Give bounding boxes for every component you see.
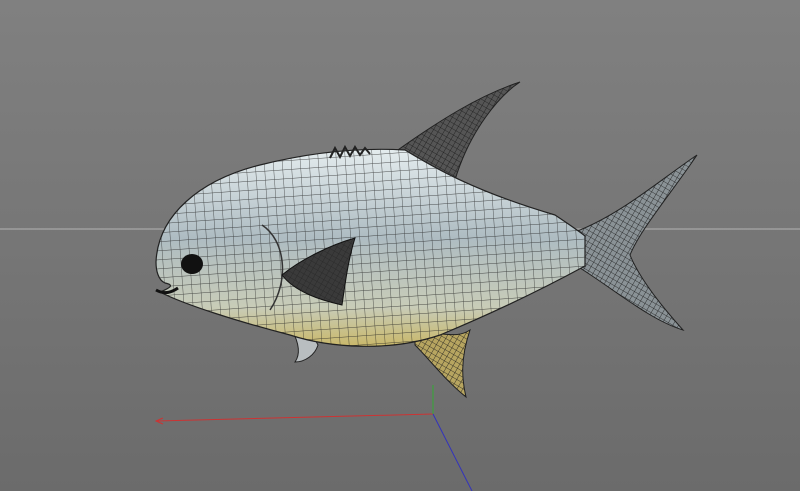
z-axis xyxy=(432,413,473,491)
fish-eye xyxy=(181,254,203,274)
fish-model[interactable] xyxy=(155,81,698,399)
3d-viewport[interactable] xyxy=(0,0,800,491)
axis-gizmo xyxy=(154,385,473,491)
x-axis xyxy=(156,413,434,422)
viewport-canvas[interactable] xyxy=(0,0,800,491)
